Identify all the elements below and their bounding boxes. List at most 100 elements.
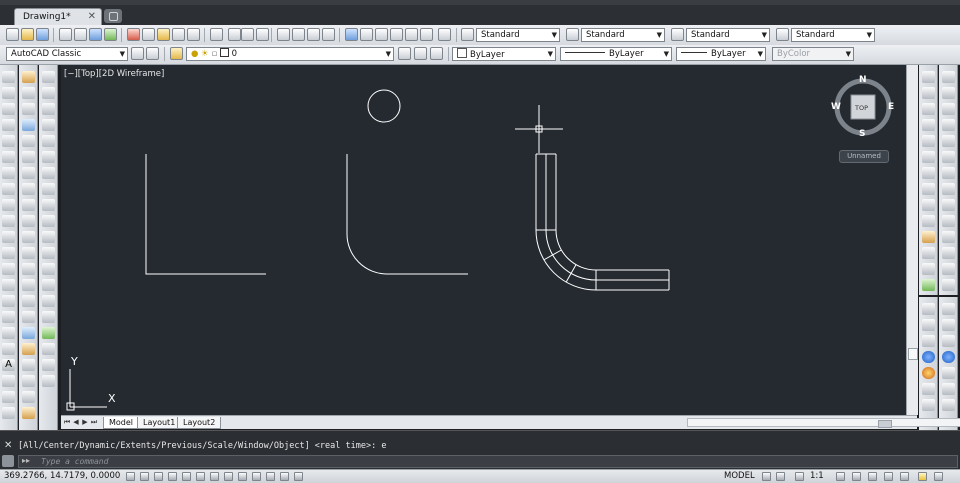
- loft-icon[interactable]: [922, 247, 935, 259]
- command-input[interactable]: ▸▸ Type a command: [18, 455, 958, 468]
- ellipse-icon[interactable]: [2, 215, 15, 227]
- construction-line-icon[interactable]: [2, 87, 15, 99]
- redo-icon[interactable]: [241, 28, 254, 41]
- dimension-update-icon[interactable]: [42, 375, 55, 387]
- cone-icon[interactable]: [922, 103, 935, 115]
- open-file-icon[interactable]: [21, 28, 34, 41]
- insert-block-icon[interactable]: [2, 247, 15, 259]
- tab-layout2[interactable]: Layout2: [177, 417, 222, 429]
- compass-north[interactable]: N: [859, 75, 867, 85]
- extend-icon[interactable]: [22, 231, 35, 243]
- annotation-visibility-icon[interactable]: [836, 472, 845, 481]
- linear-dimension-icon[interactable]: [42, 71, 55, 83]
- box-icon[interactable]: [922, 71, 935, 83]
- coordinate-readout[interactable]: 369.2766, 14.7179, 0.0000: [4, 471, 120, 481]
- zoom-previous-icon[interactable]: [322, 28, 335, 41]
- help-icon[interactable]: [438, 28, 451, 41]
- nw-iso-icon[interactable]: [942, 215, 955, 227]
- dimension-text-edit-icon[interactable]: [42, 359, 55, 371]
- chevron-down-icon[interactable]: [256, 28, 269, 41]
- draw-more-icon[interactable]: [2, 391, 15, 403]
- table-icon[interactable]: [2, 343, 15, 355]
- vertical-scroll-thumb[interactable]: [908, 348, 918, 360]
- render-window-icon[interactable]: [942, 399, 955, 411]
- plot-icon[interactable]: [59, 28, 72, 41]
- horizontal-scrollbar[interactable]: [687, 418, 960, 428]
- viewcube-top-face[interactable]: TOP: [855, 104, 868, 112]
- snap-mode-icon[interactable]: [126, 472, 135, 481]
- arc-icon[interactable]: [2, 151, 15, 163]
- compass-west[interactable]: W: [831, 102, 841, 112]
- chamfer-icon[interactable]: [22, 279, 35, 291]
- calculator-icon[interactable]: [420, 28, 433, 41]
- orbit-icon[interactable]: [942, 247, 955, 259]
- render-presets-icon[interactable]: [942, 383, 955, 395]
- torus-icon[interactable]: [922, 167, 935, 179]
- multiline-text-icon[interactable]: A: [2, 359, 15, 371]
- lights-icon[interactable]: [942, 303, 955, 315]
- revision-cloud-icon[interactable]: [2, 183, 15, 195]
- subtract-icon[interactable]: [922, 279, 935, 291]
- edit-hatch-icon[interactable]: [22, 391, 35, 403]
- 3d-wireframe-icon[interactable]: [922, 319, 935, 331]
- multileader-style-dropdown[interactable]: Standard ▼: [791, 28, 875, 42]
- command-prompt-icon[interactable]: ▸▸: [22, 456, 30, 465]
- file-tab-drawing1[interactable]: Drawing1* ✕: [14, 8, 102, 26]
- left-view-icon[interactable]: [942, 103, 955, 115]
- extrude-icon[interactable]: [922, 183, 935, 195]
- aligned-dimension-icon[interactable]: [42, 87, 55, 99]
- multileader-style-icon[interactable]: [776, 28, 789, 41]
- union-icon[interactable]: [922, 263, 935, 275]
- camera-icon[interactable]: [942, 231, 955, 243]
- stretch-icon[interactable]: [22, 199, 35, 211]
- lineweight-control-dropdown[interactable]: ByLayer ▼: [676, 47, 766, 61]
- publish-icon[interactable]: [89, 28, 102, 41]
- add-selected-icon[interactable]: [2, 375, 15, 387]
- annotation-scale-value[interactable]: 1:1: [810, 471, 824, 481]
- circle-icon[interactable]: [2, 167, 15, 179]
- workspace-settings-icon[interactable]: [131, 47, 144, 60]
- line-icon[interactable]: [2, 71, 15, 83]
- block-editor-icon[interactable]: [187, 28, 200, 41]
- sw-iso-icon[interactable]: [942, 167, 955, 179]
- hardware-acceleration-icon[interactable]: [884, 472, 893, 481]
- rotate-icon[interactable]: [22, 167, 35, 179]
- match-properties-icon[interactable]: [172, 28, 185, 41]
- se-iso-icon[interactable]: [942, 183, 955, 195]
- last-layout-button[interactable]: ⏭: [90, 418, 98, 427]
- polygon-icon[interactable]: [2, 119, 15, 131]
- next-layout-button[interactable]: ▶: [81, 418, 89, 427]
- dynamic-ucs-icon[interactable]: [224, 472, 233, 481]
- ortho-mode-icon[interactable]: [154, 472, 163, 481]
- trim-icon[interactable]: [22, 215, 35, 227]
- paste-icon[interactable]: [157, 28, 170, 41]
- selection-cycling-icon[interactable]: [294, 472, 303, 481]
- mirror-icon[interactable]: [22, 103, 35, 115]
- materials-icon[interactable]: [942, 319, 955, 331]
- make-block-icon[interactable]: [2, 263, 15, 275]
- top-view-icon[interactable]: [942, 71, 955, 83]
- layer-dropdown[interactable]: ● ☀ ▫ 0 ▼: [186, 47, 394, 61]
- ucs-menu-button[interactable]: Unnamed: [839, 150, 889, 163]
- tool-palettes-icon[interactable]: [375, 28, 388, 41]
- clean-screen-icon[interactable]: [934, 472, 943, 481]
- close-icon[interactable]: ✕: [88, 11, 96, 22]
- move-icon[interactable]: [22, 151, 35, 163]
- plot-preview-icon[interactable]: [74, 28, 87, 41]
- diameter-dimension-icon[interactable]: [42, 167, 55, 179]
- quick-dimension-icon[interactable]: [42, 199, 55, 211]
- arc-length-icon[interactable]: [42, 103, 55, 115]
- linetype-control-dropdown[interactable]: ByLayer ▼: [560, 47, 672, 61]
- dimension-edit-icon[interactable]: [42, 343, 55, 355]
- rectangle-icon[interactable]: [2, 135, 15, 147]
- sun-properties-icon[interactable]: [942, 351, 955, 363]
- tab-layout1[interactable]: Layout1: [137, 417, 182, 429]
- bottom-view-icon[interactable]: [942, 87, 955, 99]
- lock-icon[interactable]: [868, 472, 877, 481]
- dimension-style-dropdown[interactable]: Standard ▼: [581, 28, 665, 42]
- dimension-break-icon[interactable]: [42, 263, 55, 275]
- 2d-wireframe-icon[interactable]: [922, 303, 935, 315]
- hidden-icon[interactable]: [922, 335, 935, 347]
- pan-icon[interactable]: [277, 28, 290, 41]
- angular-dimension-icon[interactable]: [42, 183, 55, 195]
